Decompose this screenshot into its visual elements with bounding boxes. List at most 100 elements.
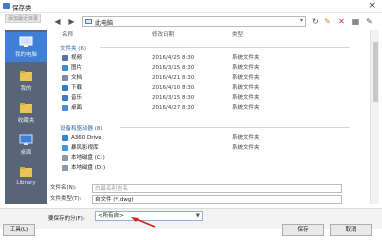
item-name: 桌面 [71,105,83,111]
file-list: 名称 修改日期 类型 文件夹 (6) 视频 2016/4/25 8:30 系统文件夹… [50,30,370,204]
recent-badge: 添加最近目录 [5,14,42,23]
item-type: 系统文件夹 [232,65,260,71]
list-item[interactable]: 视频 2016/4/25 8:30 系统文件夹 [62,54,342,62]
item-type: 系统文件夹 [232,145,260,151]
close-button[interactable]: × [368,1,376,11]
group-label: 文件夹 (6) [60,46,87,52]
group-divider [120,127,350,128]
sidebar-item-label: Library [16,180,36,186]
list-item[interactable]: 暴风影视库 系统文件夹 [62,144,342,152]
item-type: 系统文件夹 [232,95,260,101]
address-path: 此电脑 [95,20,114,27]
group-header-folders[interactable]: 文件夹 (6) [60,44,360,52]
folder-icon [62,65,68,71]
item-name: 视频 [71,55,83,61]
monitor-icon [19,134,33,145]
scrollbar-thumb[interactable] [373,42,378,102]
filename-field[interactable]: 白最名利吉名 [92,184,342,193]
filetype-label: 文件类型(T): [50,196,82,202]
navigation-toolbar: ◀ ▶ 此电脑 ▾ ↻ ✎ ✕ ▦ ✎ [0,13,382,30]
list-item[interactable]: 图片 2016/3/15 8:30 系统文件夹 [62,64,342,72]
back-icon[interactable]: ◀ [52,16,63,27]
list-item[interactable]: 音乐 2016/3/15 8:30 系统文件夹 [62,94,342,102]
item-date: 2016/4/27 8:30 [152,105,195,111]
vertical-scrollbar[interactable] [370,30,379,204]
list-item[interactable]: 本地磁盘 (C:) [62,154,342,162]
group-divider [100,47,350,48]
delete-icon[interactable]: ✕ [336,16,347,27]
chevron-down-icon[interactable]: ▼ [196,212,200,220]
title-bar: 保存类 × [0,0,382,13]
view-icon[interactable]: ▦ [350,16,361,27]
folder-icon [62,85,68,91]
list-item[interactable]: 下载 2016/4/10 8:30 系统文件夹 [62,84,342,92]
sidebar-item-favorites[interactable]: 收藏夹 [5,98,47,126]
tools-icon[interactable]: ✎ [364,16,375,27]
drive-icon [62,135,68,141]
sidebar-header: 添加最近目录 [5,2,49,30]
item-date: 2016/3/15 8:30 [152,95,195,101]
column-header-type[interactable]: 类型 [232,30,243,40]
folder-icon [20,167,32,177]
category-value: <所有自> [98,213,124,219]
computer-icon [85,19,92,24]
refresh-icon[interactable]: ↻ [310,16,321,27]
address-bar[interactable]: 此电脑 ▾ [82,16,306,27]
item-date: 2016/4/10 8:30 [152,85,195,91]
item-name: 暴风影视库 [71,145,99,151]
computer-icon [19,36,33,47]
list-item[interactable]: 桌面 2016/4/27 8:30 系统文件夹 [62,104,342,112]
new-folder-icon[interactable]: ✎ [322,16,333,27]
sidebar-item-label: 我的 [20,86,32,92]
sidebar-item-desktop[interactable]: 桌面 [5,130,47,158]
item-name: 下载 [71,85,83,91]
item-type: 系统文件夹 [232,135,260,141]
item-type: 系统文件夹 [232,105,260,111]
drive-icon [62,165,68,171]
list-item[interactable]: 文档 2016/4/21 8:30 系统文件夹 [62,74,342,82]
list-item[interactable]: 本地磁盘 (D:) [62,164,342,172]
places-sidebar: 我的电脑 我的 收藏夹 桌面 Library [5,30,47,204]
item-type: 系统文件夹 [232,75,260,81]
forward-icon[interactable]: ▶ [66,16,77,27]
sidebar-item-label: 收藏夹 [17,118,35,124]
drive-icon [62,155,68,161]
folder-icon [62,75,68,81]
item-name: 图片 [71,65,83,71]
filename-label: 文件名(N): [50,185,77,191]
sidebar-item-mine[interactable]: 我的 [5,66,47,94]
item-name: 音乐 [71,95,83,101]
item-type: 系统文件夹 [232,55,260,61]
save-button[interactable]: 保存 [282,224,324,236]
item-date: 2016/4/25 8:30 [152,55,195,61]
group-label: 设备和驱动器 (8) [60,126,103,132]
annotation-arrow-icon [131,217,156,228]
item-date: 2016/4/21 8:30 [152,75,195,81]
folder-icon [20,71,32,81]
folder-icon [62,95,68,101]
category-label: 要保存的分(F): [48,216,85,222]
chevron-down-icon[interactable]: ▾ [300,17,303,24]
folder-icon [62,105,68,111]
item-date: 2016/3/15 8:30 [152,65,195,71]
list-item[interactable]: A360 Drive 系统文件夹 [62,134,342,142]
item-name: A360 Drive [71,135,102,141]
filetype-select[interactable]: 自文件 (*.dwg) [92,195,342,204]
folder-icon [20,103,32,113]
item-name: 本地磁盘 (C:) [71,155,105,161]
group-header-devices[interactable]: 设备和驱动器 (8) [60,124,360,132]
filename-row: 文件名(N): 白最名利吉名 [50,184,350,193]
folder-icon [62,55,68,61]
filetype-row: 文件类型(T): 自文件 (*.dwg) [50,195,350,204]
sidebar-item-library[interactable]: Library [5,162,47,190]
drive-icon [62,145,68,151]
item-name: 本地磁盘 (D:) [71,165,106,171]
column-header-name[interactable]: 名称 [62,30,73,40]
sidebar-item-computer[interactable]: 我的电脑 [5,32,47,62]
item-type: 系统文件夹 [232,85,260,91]
sidebar-item-label: 我的电脑 [14,52,37,58]
tools-button[interactable]: 工具(L) [3,224,35,236]
cancel-button[interactable]: 取消 [330,224,372,236]
column-header-date[interactable]: 修改日期 [152,30,174,40]
sidebar-item-label: 桌面 [20,150,32,156]
